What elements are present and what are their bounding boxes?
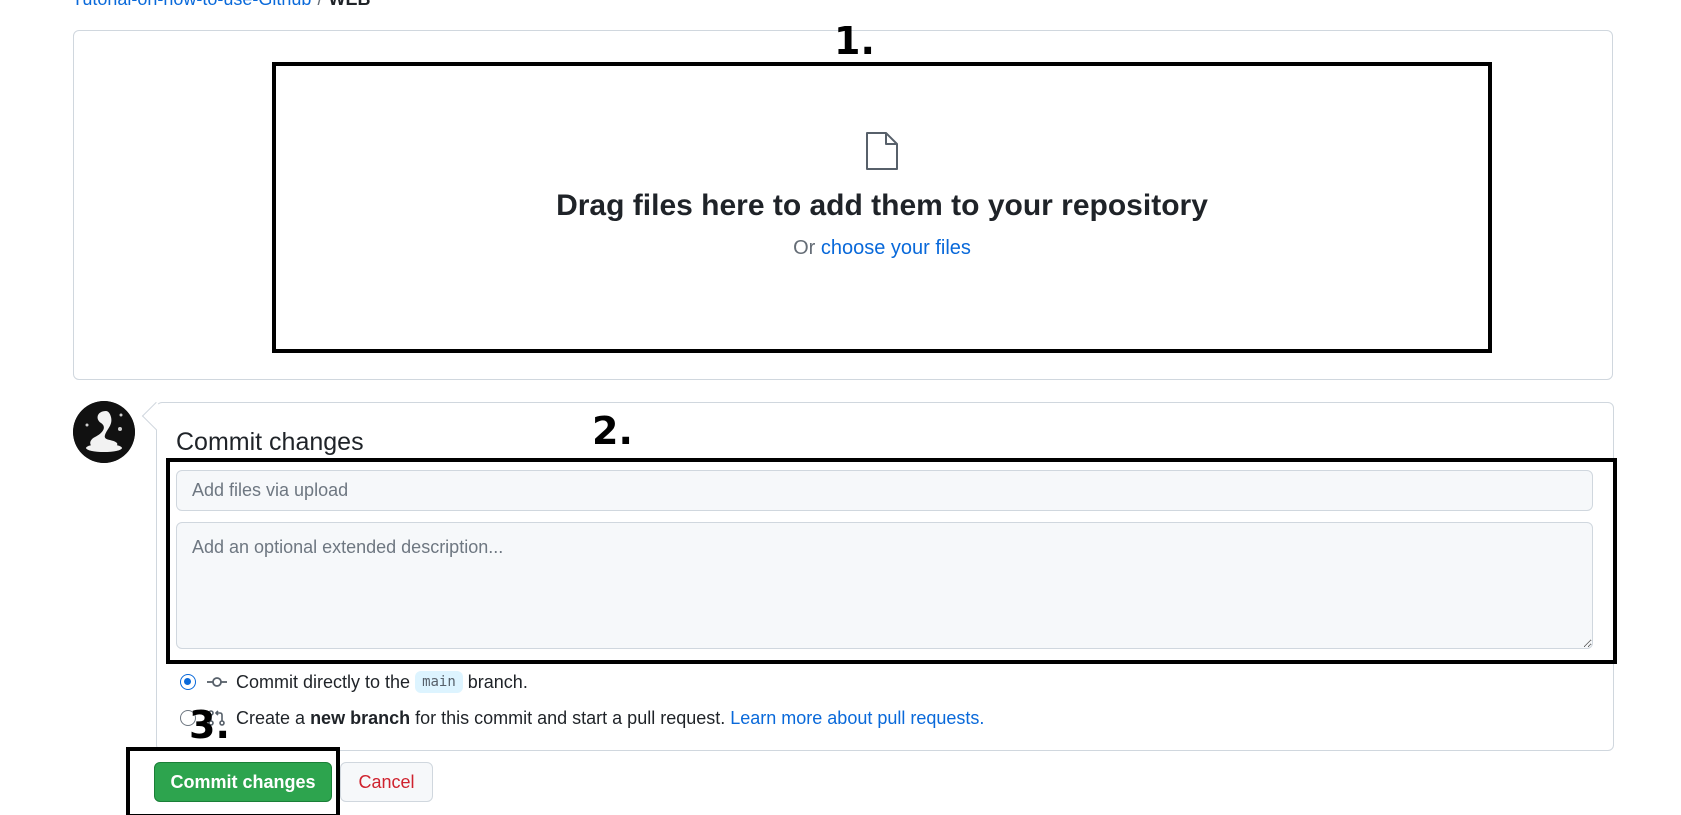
branch-name-badge: main (415, 671, 463, 693)
commit-direct-suffix: branch. (467, 671, 528, 692)
new-branch-prefix: Create a (236, 707, 306, 728)
breadcrumb: Tutorial-on-how-to-use-Github / WEB (72, 0, 370, 8)
new-branch-bold: new branch (310, 707, 411, 728)
new-branch-option[interactable]: Create a new branch for this commit and … (180, 706, 984, 730)
annotation-box-2 (166, 458, 1617, 664)
annotation-label-3: 3. (189, 703, 230, 747)
avatar-image (73, 401, 135, 463)
avatar (73, 401, 135, 463)
commit-heading: Commit changes (176, 428, 364, 456)
new-branch-suffix: for this commit and start a pull request… (415, 707, 726, 728)
annotation-label-2: 2. (592, 409, 633, 453)
breadcrumb-separator: / (317, 0, 322, 9)
commit-direct-radio[interactable] (180, 674, 196, 690)
annotation-box-1 (272, 62, 1492, 353)
git-commit-icon (207, 677, 227, 687)
commit-direct-option[interactable]: Commit directly to the main branch. (180, 670, 528, 694)
annotation-box-3 (126, 747, 340, 815)
cancel-button[interactable]: Cancel (340, 762, 433, 802)
annotation-label-1: 1. (834, 19, 875, 63)
breadcrumb-current-folder: WEB (328, 0, 370, 9)
breadcrumb-repo-link[interactable]: Tutorial-on-how-to-use-Github (72, 0, 311, 9)
commit-direct-prefix: Commit directly to the (236, 671, 411, 692)
learn-more-pull-requests-link[interactable]: Learn more about pull requests. (730, 708, 984, 729)
